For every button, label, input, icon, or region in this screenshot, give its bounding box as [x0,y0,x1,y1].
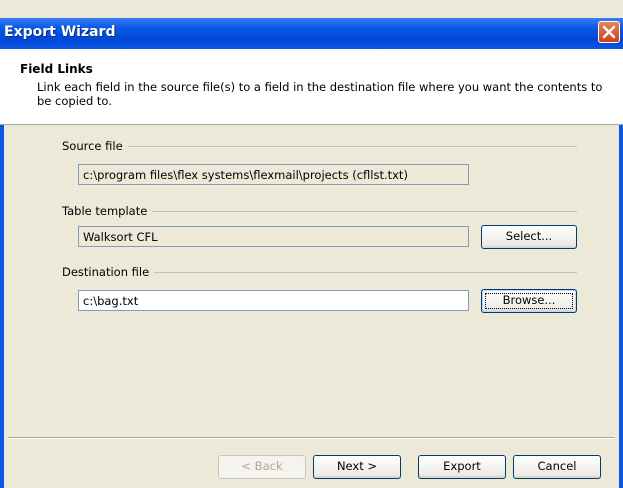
source-group-line [62,146,577,147]
close-x-icon [602,25,616,39]
page-title: Field Links [20,62,93,76]
next-button[interactable]: Next > [313,455,401,479]
page-description: Link each field in the source file(s) to… [37,80,603,108]
back-button-label: < Back [241,459,283,473]
next-button-label: Next > [336,459,378,473]
title-bar[interactable]: Export Wizard [0,18,623,49]
destination-file-label: Destination file [62,265,155,279]
export-wizard-window: Export Wizard Field Links Link each fiel… [0,0,623,488]
browse-button-label: Browse... [502,293,556,307]
source-file-label: Source file [62,139,128,153]
back-button[interactable]: < Back [218,455,306,479]
source-file-field: c:\program files\flex systems\flexmail\p… [78,164,469,185]
export-button-label: Export [443,459,481,473]
table-template-label: Table template [62,204,153,218]
table-template-field: Walksort CFL [78,226,469,247]
footer-separator [8,437,615,439]
close-button[interactable] [598,21,620,43]
cancel-button[interactable]: Cancel [513,455,601,479]
select-button-label: Select... [505,229,553,243]
browse-button[interactable]: Browse... [481,289,577,313]
export-button[interactable]: Export [418,455,506,479]
destination-file-input[interactable]: c:\bag.txt [78,290,469,311]
wizard-header: Field Links Link each field in the sourc… [0,49,623,125]
window-title: Export Wizard [4,24,116,40]
select-button[interactable]: Select... [481,225,577,249]
cancel-button-label: Cancel [537,459,577,473]
